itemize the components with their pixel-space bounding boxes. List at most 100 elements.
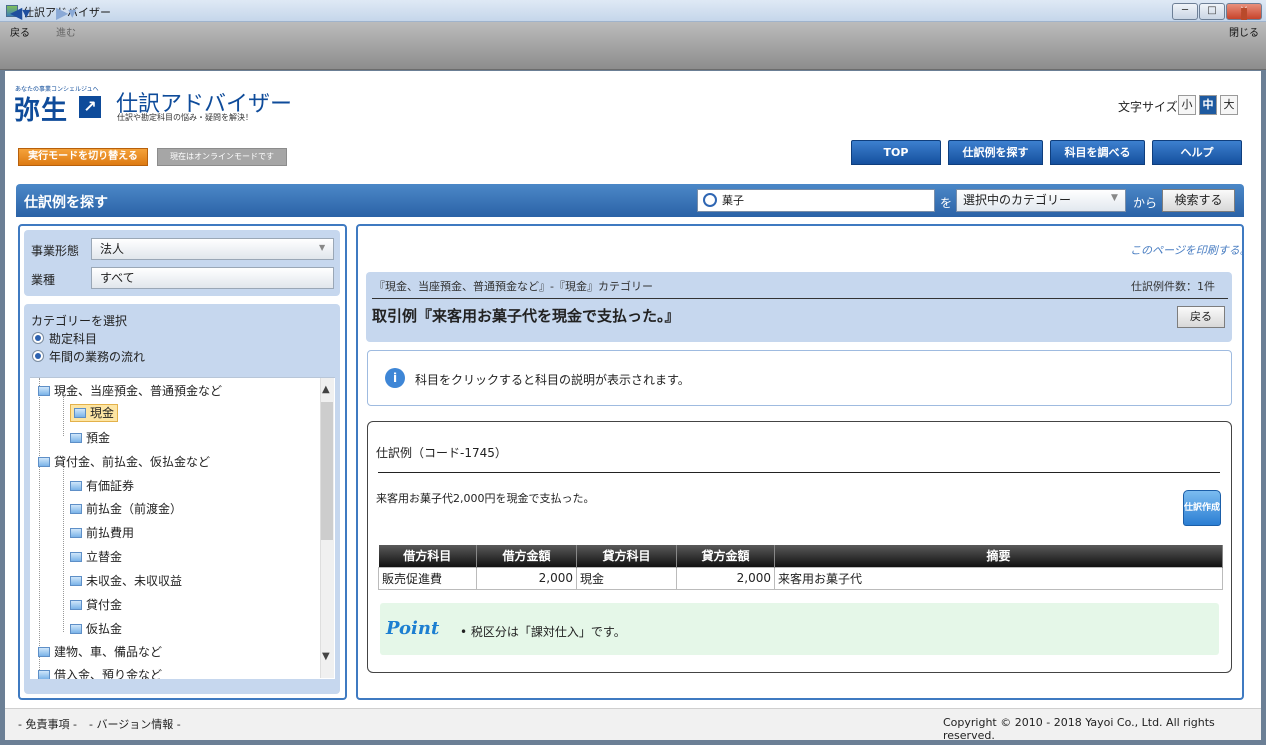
col-debit-account: 借方科目: [378, 545, 477, 567]
table-header-row: 借方科目 借方金額 貸方科目 貸方金額 摘要: [378, 545, 1223, 567]
search-button[interactable]: 検索する: [1162, 189, 1235, 212]
door-icon: ▮: [1239, 3, 1249, 22]
divider: [378, 472, 1220, 473]
tree-item[interactable]: 貸付金: [70, 596, 122, 613]
window-titlebar: 仕訳アドバイザー: [0, 0, 1266, 22]
tree-item-label: 仮払金: [86, 622, 123, 636]
back-nav-button[interactable]: ◀▾ 戻る: [10, 2, 58, 44]
industry-label: 業種: [31, 273, 56, 287]
tree-item[interactable]: 現金、当座預金、普通預金など: [38, 382, 222, 399]
forward-nav-button[interactable]: ▶▾ 進む: [56, 2, 104, 44]
tree-item-label: 貸付金: [86, 598, 123, 612]
tree-item[interactable]: 貸付金、前払金、仮払金など: [38, 453, 210, 470]
forward-nav-label: 進む: [56, 28, 76, 39]
divider: [372, 298, 1228, 299]
forward-arrow-icon: ▶▾: [56, 3, 77, 22]
folder-icon: [38, 457, 50, 467]
print-link[interactable]: このページを印刷する。: [1130, 242, 1251, 258]
point-text: • 税区分は「課対仕入」です。: [460, 625, 626, 639]
credit-account-cell[interactable]: 現金: [576, 566, 677, 590]
maximize-button[interactable]: □: [1199, 3, 1225, 20]
point-icon: Point: [386, 618, 440, 639]
tree-item-label: 現金: [90, 406, 115, 420]
info-text: 科目をクリックすると科目の説明が表示されます。: [415, 373, 690, 387]
back-nav-label: 戻る: [10, 28, 30, 39]
folder-icon: [70, 433, 82, 443]
radio-account-label[interactable]: 勘定科目: [49, 330, 97, 347]
tree-item-label: 借入金、預り金など: [54, 668, 163, 679]
disclaimer-link[interactable]: - 免責事項 -: [18, 716, 77, 732]
radio-business-flow[interactable]: [32, 350, 44, 362]
category-header: カテゴリーを選択: [31, 314, 128, 328]
tree-item[interactable]: 借入金、預り金など: [38, 666, 162, 679]
memo-cell: 来客用お菓子代: [774, 566, 1223, 590]
journal-code: 仕訳例（コード-1745）: [376, 446, 507, 460]
tab-lookup-accounts[interactable]: 科目を調べる: [1050, 140, 1145, 165]
chevron-up-icon[interactable]: ▲: [322, 384, 330, 395]
tree-connector: [63, 462, 64, 632]
table-row: 販売促進費 2,000 現金 2,000 来客用お菓子代: [378, 566, 1223, 590]
tree-item[interactable]: 立替金: [70, 548, 122, 565]
folder-icon: [38, 647, 50, 657]
chevron-down-icon[interactable]: ▼: [322, 651, 330, 662]
font-size-small-button[interactable]: 小: [1178, 95, 1196, 115]
tab-top[interactable]: TOP: [851, 140, 941, 165]
tree-item[interactable]: 前払金（前渡金）: [70, 500, 182, 517]
font-size-large-button[interactable]: 大: [1220, 95, 1238, 115]
tree-item-label: 立替金: [86, 550, 123, 564]
font-size-medium-button[interactable]: 中: [1199, 95, 1217, 115]
mode-status-badge: 現在はオンラインモードです: [157, 148, 287, 166]
mode-switch-button[interactable]: 実行モードを切り替える: [18, 148, 148, 166]
debit-account-cell[interactable]: 販売促進費: [378, 566, 477, 590]
brand-logo: 弥生: [14, 96, 69, 126]
tree-item-label: 有価証券: [86, 479, 135, 493]
search-input[interactable]: 菓子: [697, 189, 935, 212]
folder-icon: [74, 408, 86, 418]
page-title: 取引例『来客用お菓子代を現金で支払った。』: [372, 307, 680, 325]
info-icon: i: [385, 368, 405, 388]
radio-account[interactable]: [32, 332, 44, 344]
tree-item-label: 建物、車、備品など: [54, 645, 163, 659]
col-memo: 摘要: [774, 545, 1223, 567]
tree-item[interactable]: 仮払金: [70, 620, 122, 637]
tree-item[interactable]: 建物、車、備品など: [38, 643, 162, 660]
chevron-down-icon: ▼: [1111, 193, 1118, 203]
tree-item-label: 預金: [86, 431, 111, 445]
journal-table: 借方科目 借方金額 貸方科目 貸方金額 摘要 販売促進費 2,000 現金 2,…: [378, 545, 1223, 590]
tab-help[interactable]: ヘルプ: [1152, 140, 1242, 165]
folder-icon: [70, 624, 82, 634]
tab-search-examples[interactable]: 仕訳例を探す: [948, 140, 1043, 165]
font-size-label: 文字サイズ: [1118, 100, 1178, 114]
tree-scrollbar-thumb[interactable]: [321, 402, 333, 540]
breadcrumb: 『現金、当座預金、普通預金など』-『現金』カテゴリー: [374, 280, 653, 293]
tree-item[interactable]: 有価証券: [70, 477, 134, 494]
tree-item-label: 前払金（前渡金）: [86, 502, 183, 516]
tree-item-label: 未収金、未収収益: [86, 574, 183, 588]
folder-icon: [38, 386, 50, 396]
create-journal-icon[interactable]: 仕訳作成: [1183, 490, 1221, 526]
minimize-button[interactable]: ─: [1172, 3, 1198, 20]
tree-item-selected[interactable]: 現金: [70, 404, 119, 422]
version-link[interactable]: - バージョン情報 -: [89, 716, 181, 732]
app-subtitle: 仕訳や勘定科目の悩み・疑問を解決！: [117, 113, 253, 122]
category-select[interactable]: 選択中のカテゴリー: [956, 189, 1126, 212]
tree-item-label: 貸付金、前払金、仮払金など: [54, 455, 211, 469]
radio-business-flow-label[interactable]: 年間の業務の流れ: [49, 348, 145, 365]
industry-select[interactable]: すべて: [91, 267, 334, 289]
col-credit-account: 貸方科目: [576, 545, 677, 567]
tree-item[interactable]: 預金: [70, 429, 110, 446]
folder-icon: [38, 670, 50, 679]
credit-amount-cell: 2,000: [676, 566, 775, 590]
category-tree: 現金、当座預金、普通預金など 現金 預金 貸付金、前払金、仮払金など 有価証券 …: [30, 377, 335, 679]
back-button[interactable]: 戻る: [1177, 306, 1225, 328]
col-debit-amount: 借方金額: [476, 545, 577, 567]
close-nav-label: 閉じる: [1229, 28, 1259, 39]
tree-item[interactable]: 前払費用: [70, 524, 134, 541]
folder-icon: [70, 504, 82, 514]
close-nav-button[interactable]: ▮ 閉じる: [1226, 2, 1262, 44]
journal-description: 来客用お菓子代2,000円を現金で支払った。: [376, 492, 595, 505]
tree-item[interactable]: 未収金、未収収益: [70, 572, 182, 589]
tree-connector: [39, 378, 40, 678]
business-type-select[interactable]: 法人: [91, 238, 334, 260]
search-section-title: 仕訳例を探す: [24, 195, 108, 211]
